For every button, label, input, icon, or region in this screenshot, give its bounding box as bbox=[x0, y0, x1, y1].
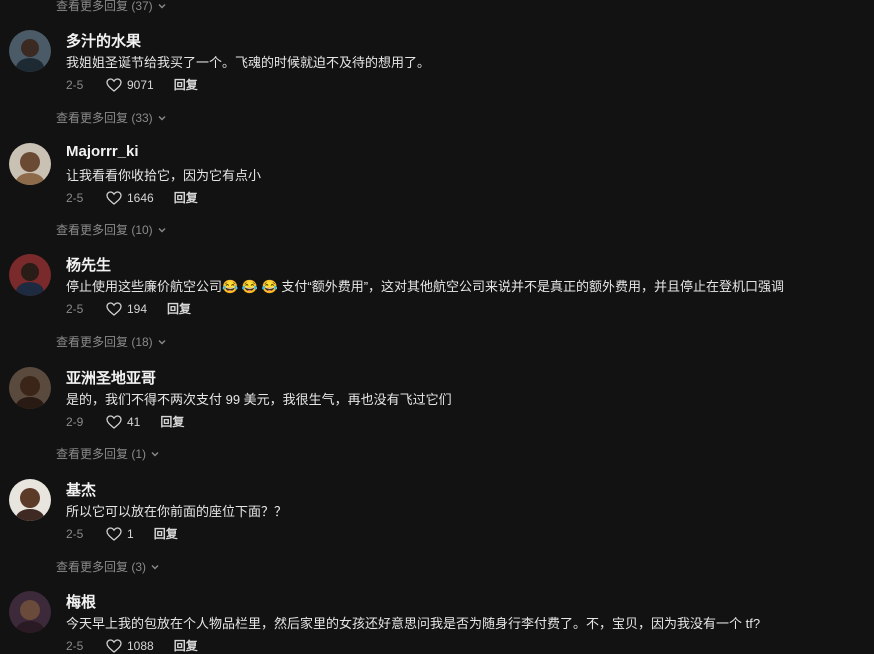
comment-date: 2-9 bbox=[66, 414, 84, 429]
like-button[interactable]: 1 bbox=[106, 527, 134, 541]
view-more-replies-top[interactable]: 查看更多回复 (37) bbox=[56, 0, 167, 14]
like-button[interactable]: 194 bbox=[106, 302, 147, 316]
comment-meta: 2-5 194 回复 bbox=[66, 300, 191, 317]
view-more-replies[interactable]: 查看更多回复 (1) bbox=[56, 445, 160, 462]
view-more-replies[interactable]: 查看更多回复 (3) bbox=[56, 558, 160, 575]
comment-meta: 2-5 9071 回复 bbox=[66, 76, 198, 93]
comment-text: 让我看看你收拾它，因为它有点小 bbox=[66, 168, 262, 183]
like-count: 9071 bbox=[127, 77, 154, 92]
comment-date: 2-5 bbox=[66, 77, 84, 92]
chevron-down-icon bbox=[151, 564, 159, 569]
view-more-label: 查看更多回复 (3) bbox=[56, 560, 147, 574]
avatar[interactable] bbox=[9, 591, 51, 633]
heart-outline-icon bbox=[106, 190, 122, 205]
comment-text: 我姐姐圣诞节给我买了一个。飞魂的时候就迫不及待的想用了。 bbox=[66, 55, 431, 70]
reply-button[interactable]: 回复 bbox=[174, 76, 198, 93]
comment-meta: 2-5 1088 回复 bbox=[66, 637, 198, 654]
reply-button[interactable]: 回复 bbox=[154, 525, 178, 542]
chevron-down-icon bbox=[158, 115, 166, 120]
like-count: 194 bbox=[127, 301, 148, 316]
comment-text: 所以它可以放在你前面的座位下面？？ bbox=[66, 504, 288, 519]
chevron-down-icon bbox=[151, 451, 159, 456]
avatar[interactable] bbox=[9, 367, 51, 409]
view-more-label: 查看更多回复 (1) bbox=[56, 447, 147, 461]
reply-button[interactable]: 回复 bbox=[160, 413, 184, 430]
heart-outline-icon bbox=[106, 77, 122, 92]
reply-button[interactable]: 回复 bbox=[174, 189, 198, 206]
chevron-down-icon bbox=[158, 339, 166, 344]
like-button[interactable]: 1088 bbox=[106, 639, 154, 653]
comment-date: 2-5 bbox=[66, 301, 84, 316]
like-count: 1646 bbox=[127, 190, 154, 205]
avatar[interactable] bbox=[9, 143, 51, 185]
avatar[interactable] bbox=[9, 30, 51, 72]
like-button[interactable]: 9071 bbox=[106, 78, 154, 92]
like-count: 1088 bbox=[127, 638, 154, 653]
like-count: 41 bbox=[127, 414, 141, 429]
comment-date: 2-5 bbox=[66, 526, 84, 541]
comment-date: 2-5 bbox=[66, 190, 84, 205]
comment-text: 停止使用这些廉价航空公司😂 😂 😂 支付“额外费用”，这对其他航空公司来说并不是… bbox=[66, 279, 785, 294]
comment-author[interactable]: 杨先生 bbox=[66, 254, 111, 275]
chevron-down-icon bbox=[158, 227, 166, 232]
comment-author[interactable]: 梅根 bbox=[66, 591, 96, 612]
like-count: 1 bbox=[127, 526, 134, 541]
comment-author[interactable]: Majorrr_ki bbox=[66, 143, 139, 160]
view-more-label: 查看更多回复 (10) bbox=[56, 223, 153, 237]
comment-author[interactable]: 亚洲圣地亚哥 bbox=[66, 367, 156, 388]
avatar[interactable] bbox=[9, 254, 51, 296]
heart-outline-icon bbox=[106, 301, 122, 316]
heart-outline-icon bbox=[106, 526, 122, 541]
view-more-replies[interactable]: 查看更多回复 (10) bbox=[56, 221, 167, 238]
like-button[interactable]: 1646 bbox=[106, 191, 154, 205]
comment-author[interactable]: 基杰 bbox=[66, 479, 96, 500]
comment-text: 今天早上我的包放在个人物品栏里，然后家里的女孩还好意思问我是否为随身行李付费了。… bbox=[66, 616, 761, 631]
view-more-label: 查看更多回复 (37) bbox=[56, 0, 153, 13]
heart-outline-icon bbox=[106, 638, 122, 653]
avatar[interactable] bbox=[9, 479, 51, 521]
comment-meta: 2-5 1646 回复 bbox=[66, 189, 198, 206]
comment-meta: 2-5 1 回复 bbox=[66, 525, 178, 542]
comment-author[interactable]: 多汁的水果 bbox=[66, 30, 141, 51]
reply-button[interactable]: 回复 bbox=[167, 300, 191, 317]
comment-date: 2-5 bbox=[66, 638, 84, 653]
view-more-replies[interactable]: 查看更多回复 (33) bbox=[56, 109, 167, 126]
heart-outline-icon bbox=[106, 414, 122, 429]
reply-button[interactable]: 回复 bbox=[174, 637, 198, 654]
view-more-replies[interactable]: 查看更多回复 (18) bbox=[56, 333, 167, 350]
view-more-label: 查看更多回复 (33) bbox=[56, 111, 153, 125]
comment-text: 是的，我们不得不两次支付 99 美元，我很生气，再也没有飞过它们 bbox=[66, 392, 452, 407]
comment-meta: 2-9 41 回复 bbox=[66, 413, 184, 430]
like-button[interactable]: 41 bbox=[106, 415, 140, 429]
view-more-label: 查看更多回复 (18) bbox=[56, 335, 153, 349]
chevron-down-icon bbox=[158, 3, 166, 8]
